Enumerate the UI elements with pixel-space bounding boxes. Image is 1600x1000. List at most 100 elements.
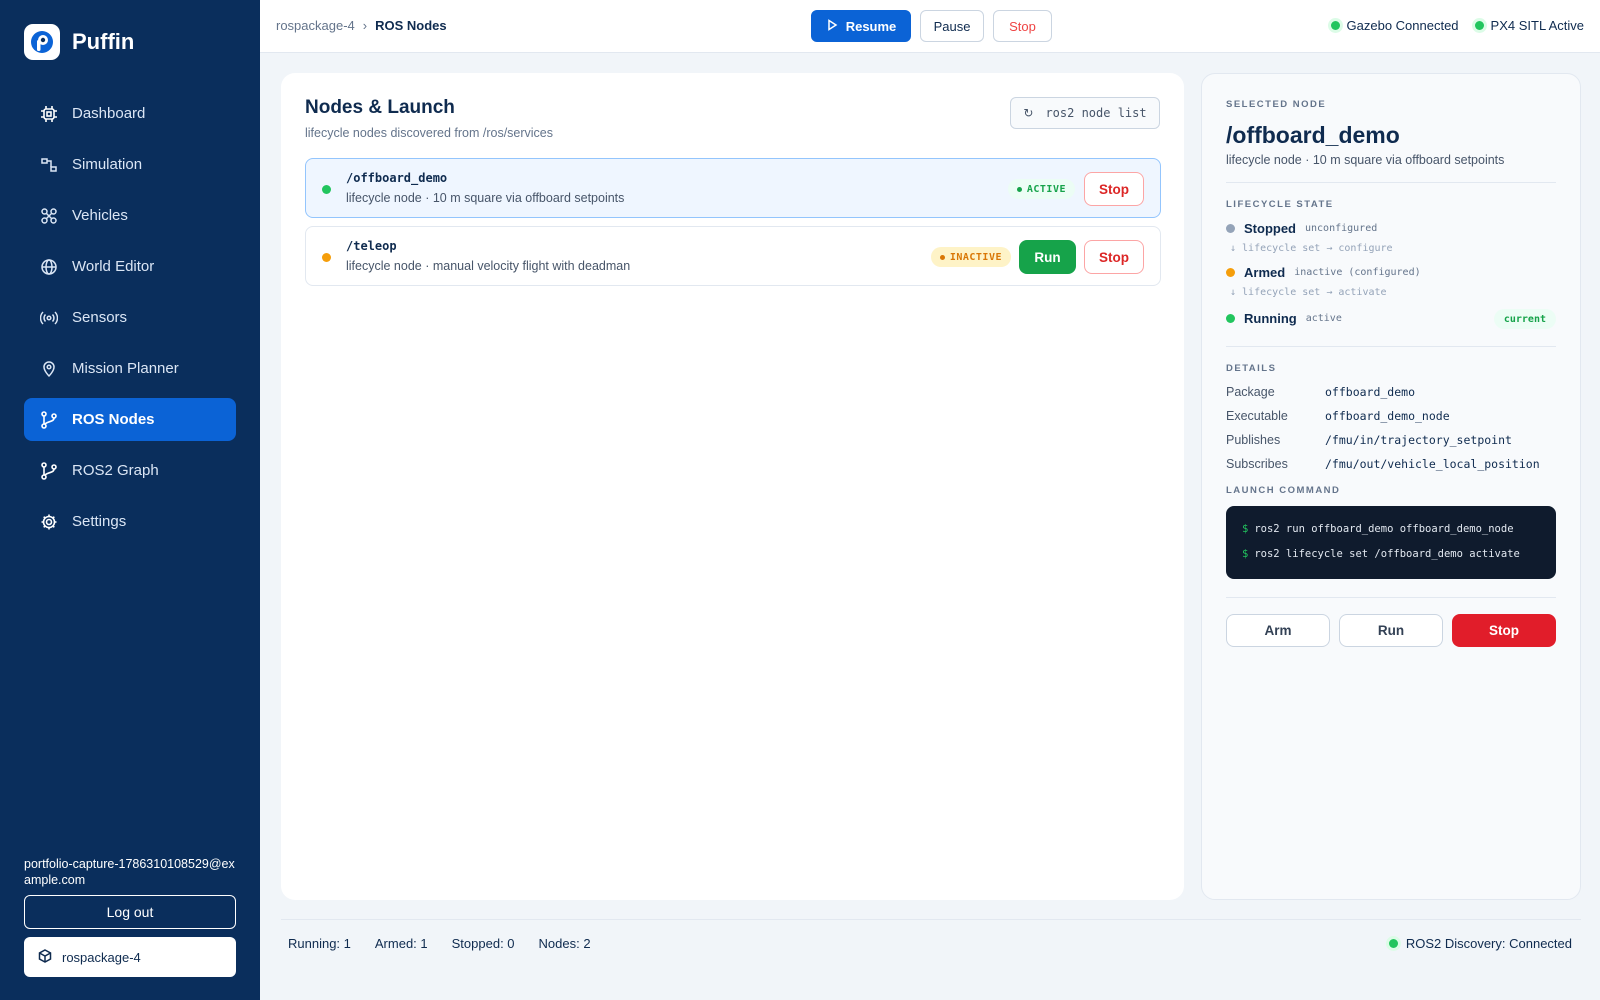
node-stop-button[interactable]: Stop [1084, 240, 1144, 274]
lifecycle-state-armed: Armed inactive (configured) [1226, 265, 1421, 280]
sidebar-item-label: Vehicles [72, 207, 128, 224]
sidebar-item-label: Sensors [72, 309, 128, 326]
terminal-prompt: $ [1242, 523, 1249, 535]
state-tag: unconfigured [1305, 223, 1378, 234]
state-tag: active [1305, 313, 1342, 324]
run-button[interactable]: Run [1339, 614, 1443, 647]
sidebar-item-label: Simulation [72, 156, 143, 173]
px4-status: PX4 SITL Active [1474, 18, 1584, 33]
resume-button[interactable]: Resume [811, 10, 911, 42]
app-name: Puffin [72, 29, 135, 54]
globe-icon [40, 258, 58, 276]
broadcast-icon [40, 309, 58, 327]
node-run-button[interactable]: Run [1019, 240, 1076, 274]
pause-button[interactable]: Pause [920, 10, 984, 42]
state-dot [1226, 268, 1235, 277]
refresh-nodes-button[interactable]: ↻ ros2 node list [1010, 97, 1160, 129]
selected-node-description: lifecycle node · 10 m square via offboar… [1226, 153, 1505, 167]
detail-value: offboard_demo [1325, 385, 1416, 399]
status-badge: ACTIVE [1007, 179, 1075, 199]
flow-icon [40, 156, 58, 174]
nodes-count: Nodes: 2 [538, 936, 591, 951]
package-icon [38, 948, 52, 966]
sidebar: Puffin Dashboard Simulation Vehicles Wor… [0, 0, 260, 1000]
node-status-dot [322, 185, 331, 194]
stop-button[interactable]: Stop [993, 10, 1052, 42]
puffin-logo-icon [24, 24, 60, 60]
sidebar-item-mission-planner[interactable]: Mission Planner [24, 347, 236, 390]
node-name: /offboard_demo [346, 171, 448, 185]
node-detail-panel: SELECTED NODE /offboard_demo lifecycle n… [1201, 73, 1581, 900]
status-badge: INACTIVE [930, 247, 1011, 267]
status-label: PX4 SITL Active [1490, 18, 1584, 33]
sidebar-item-dashboard[interactable]: Dashboard [24, 92, 236, 135]
detail-value: /fmu/in/trajectory_setpoint [1325, 433, 1512, 447]
badge-label: ACTIVE [1026, 183, 1066, 195]
terminal-command: ros2 run offboard_demo offboard_demo_nod… [1254, 523, 1514, 535]
play-icon [826, 18, 838, 34]
badge-dot [939, 254, 945, 260]
sidebar-item-sensors[interactable]: Sensors [24, 296, 236, 339]
stopped-count: Stopped: 0 [451, 936, 515, 951]
terminal-line: $ ros2 run offboard_demo offboard_demo_no… [1242, 523, 1540, 548]
state-dot [1226, 314, 1235, 323]
state-name: Armed [1244, 265, 1286, 280]
sidebar-item-ros-nodes[interactable]: ROS Nodes [24, 398, 236, 441]
breadcrumb-project[interactable]: rospackage-4 [276, 18, 355, 33]
status-dot [1330, 21, 1340, 30]
arm-button[interactable]: Arm [1226, 614, 1330, 647]
current-state-badge: current [1493, 309, 1556, 329]
node-stop-button[interactable]: Stop [1084, 172, 1144, 206]
state-dot [1226, 224, 1235, 233]
selected-node-name: /offboard_demo [1226, 122, 1400, 148]
terminal-command: ros2 lifecycle set /offboard_demo activa… [1254, 548, 1520, 560]
terminal-line: $ ros2 lifecycle set /offboard_demo activ… [1242, 548, 1540, 573]
node-row[interactable]: /teleop lifecycle node · manual velocity… [305, 226, 1161, 286]
lifecycle-state-running: Running active [1226, 311, 1342, 326]
divider [1226, 182, 1556, 183]
project-name: rospackage-4 [62, 949, 141, 965]
running-count: Running: 1 [288, 936, 351, 951]
detail-value: /fmu/out/vehicle_local_position [1325, 457, 1540, 471]
details-label: DETAILS [1226, 363, 1277, 374]
gazebo-status: Gazebo Connected [1330, 18, 1459, 33]
stop-node-button[interactable]: Stop [1452, 614, 1556, 647]
connection-status: Gazebo Connected PX4 SITL Active [1330, 18, 1584, 33]
drone-icon [40, 207, 58, 225]
terminal-prompt: $ [1242, 548, 1249, 560]
sidebar-item-label: Mission Planner [72, 360, 179, 377]
page-title: Nodes & Launch [305, 97, 455, 118]
sidebar-item-label: Dashboard [72, 105, 146, 122]
detail-key: Publishes [1226, 433, 1281, 447]
sidebar-item-world-editor[interactable]: World Editor [24, 245, 236, 288]
detail-key: Executable [1226, 409, 1288, 423]
status-dot [1474, 21, 1484, 30]
node-stats: Running: 1 Armed: 1 Stopped: 0 Nodes: 2 [288, 936, 591, 951]
sidebar-item-vehicles[interactable]: Vehicles [24, 194, 236, 237]
node-status-dot [322, 253, 331, 262]
sim-controls: Resume Pause Stop [811, 10, 1052, 42]
launch-command-terminal[interactable]: $ ros2 run offboard_demo offboard_demo_no… [1226, 506, 1556, 579]
logout-button[interactable]: Log out [24, 895, 236, 929]
breadcrumb-current: ROS Nodes [375, 18, 447, 33]
node-description: lifecycle node · 10 m square via offboar… [346, 191, 625, 205]
status-dot [1388, 939, 1398, 948]
sidebar-item-settings[interactable]: Settings [24, 500, 236, 543]
sidebar-item-ros2-graph[interactable]: ROS2 Graph [24, 449, 236, 492]
refresh-icon: ↻ [1023, 106, 1034, 120]
nodes-panel: Nodes & Launch lifecycle nodes discovere… [281, 73, 1184, 900]
breadcrumb-separator: › [362, 18, 368, 33]
page-subtitle: lifecycle nodes discovered from /ros/ser… [305, 126, 554, 140]
state-name: Running [1244, 311, 1297, 326]
detail-key: Subscribes [1226, 457, 1288, 471]
branch-icon [40, 461, 58, 480]
branch-icon [40, 410, 58, 429]
lifecycle-state-stopped: Stopped unconfigured [1226, 221, 1377, 236]
topbar: rospackage-4 › ROS Nodes Resume Pause St… [260, 0, 1600, 53]
discovery-label: ROS2 Discovery: Connected [1405, 936, 1572, 951]
sidebar-item-simulation[interactable]: Simulation [24, 143, 236, 186]
brand[interactable]: Puffin [24, 24, 134, 60]
state-tag: inactive (configured) [1294, 267, 1421, 278]
project-selector[interactable]: rospackage-4 [24, 937, 236, 977]
node-row[interactable]: /offboard_demo lifecycle node · 10 m squ… [305, 158, 1161, 218]
